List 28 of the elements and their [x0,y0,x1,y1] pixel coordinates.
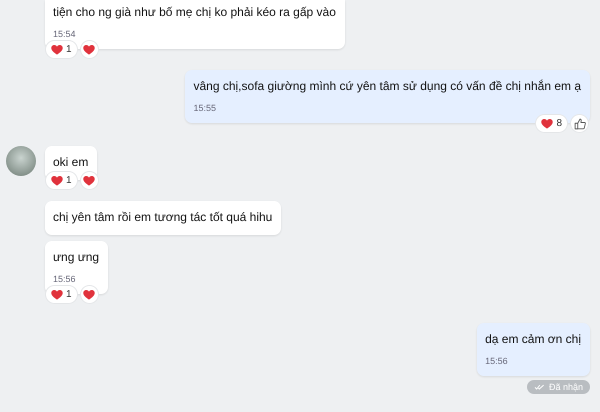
message-time: 15:56 [53,274,77,285]
heart-icon [51,176,63,186]
heart-icon [51,44,63,54]
message-time: 15:54 [53,29,77,40]
message-text: oki em [53,155,88,170]
thumbs-up-icon [574,118,586,130]
heart-icon [51,290,63,300]
message-text: dạ em cảm ơn chị [485,332,581,347]
react-button[interactable] [80,41,98,58]
message-text: ưng ưng [53,250,100,265]
message-text: chị yên tâm rồi em tương tác tốt quá hihu [53,210,272,225]
reaction-count[interactable]: 1 [46,286,77,303]
reaction-count[interactable]: 8 [536,115,567,132]
message-time: 15:56 [485,356,509,367]
message-time: 15:55 [193,103,218,114]
react-button[interactable] [80,286,98,303]
message-text: tiện cho ng già như bố mẹ chị ko phải kéo ra gấp vào [53,5,336,20]
heart-icon [83,44,96,54]
heart-icon [83,176,96,186]
react-button[interactable] [80,172,98,189]
reaction-count[interactable]: 1 [46,41,77,58]
react-button[interactable] [571,115,588,132]
double-check-icon [534,384,545,390]
delivery-status: Đã nhận [526,380,590,394]
message-text: vâng chị,sofa giường mình cứ yên tâm sử dụng có vấn đề chị nhắn em ạ [193,79,581,94]
heart-icon [541,118,554,128]
reaction-count[interactable]: 1 [46,172,77,189]
heart-icon [83,290,96,300]
